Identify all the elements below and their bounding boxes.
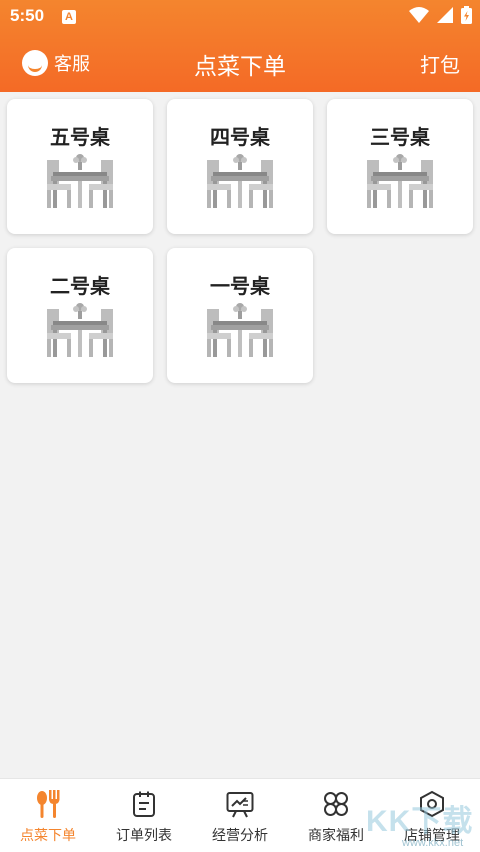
battery-icon — [461, 6, 472, 24]
table-label: 二号桌 — [50, 276, 110, 298]
dining-table-icon — [47, 154, 113, 208]
dining-table-icon — [367, 154, 433, 208]
table-label: 四号桌 — [210, 127, 270, 149]
tab-label: 点菜下单 — [20, 827, 76, 843]
table-label: 一号桌 — [210, 276, 270, 298]
dining-table-icon — [207, 154, 273, 208]
table-card[interactable]: 五号桌 — [7, 99, 153, 234]
watermark-url: www.kkx.net — [402, 837, 464, 849]
app-header: 5:50 A 客服 点菜下单 打包 — [0, 0, 480, 92]
dining-table-icon — [207, 303, 273, 357]
signal-icon — [437, 7, 453, 23]
tab-order-list[interactable]: 订单列表 — [96, 779, 192, 852]
pack-button[interactable]: 打包 — [420, 49, 460, 78]
order-list-icon — [133, 791, 155, 817]
status-time: 5:50 — [10, 6, 45, 25]
tab-order-dishes[interactable]: 点菜下单 — [0, 779, 96, 852]
clover-icon — [324, 792, 348, 816]
table-card[interactable]: 四号桌 — [167, 99, 313, 234]
wifi-icon — [409, 7, 429, 23]
table-label: 五号桌 — [50, 127, 110, 149]
table-card[interactable]: 二号桌 — [7, 248, 153, 383]
app-notification-icon: A — [62, 10, 76, 24]
dining-table-icon — [47, 303, 113, 357]
table-card[interactable]: 一号桌 — [167, 248, 313, 383]
status-icons — [409, 6, 472, 24]
page-title: 点菜下单 — [194, 53, 286, 79]
utensils-icon — [37, 790, 60, 818]
table-card[interactable]: 三号桌 — [327, 99, 473, 234]
chart-board-icon — [226, 792, 254, 818]
tab-label: 订单列表 — [116, 827, 172, 843]
table-label: 三号桌 — [370, 127, 430, 149]
status-bar: 5:50 A — [0, 0, 480, 34]
watermark-logo: KK下载 — [366, 805, 474, 838]
tab-business-analysis[interactable]: 经营分析 — [192, 779, 288, 852]
tab-label: 经营分析 — [212, 827, 268, 843]
